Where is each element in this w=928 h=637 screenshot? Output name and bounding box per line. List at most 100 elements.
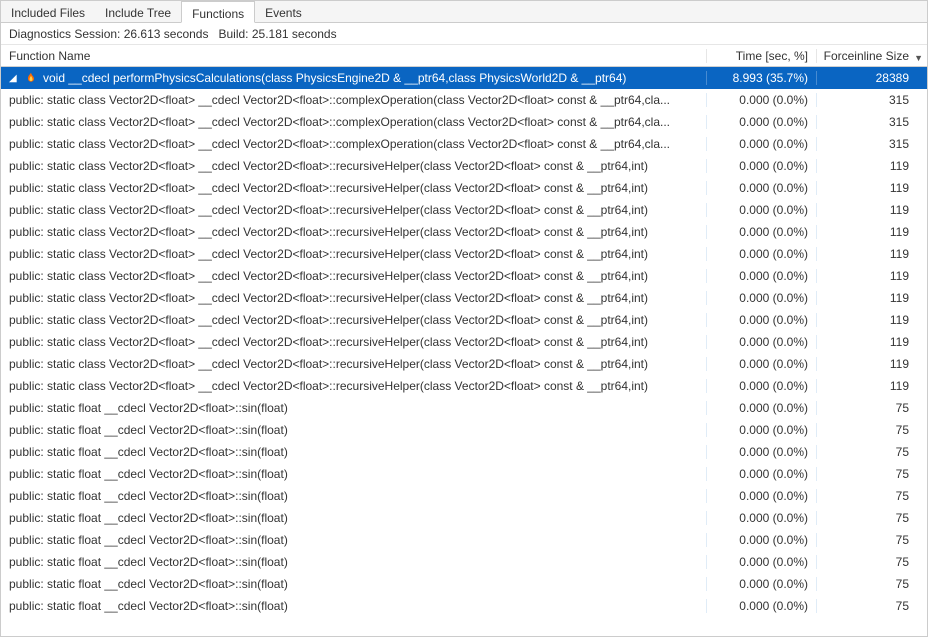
table-row[interactable]: public: static class Vector2D<float> __c…	[1, 309, 927, 331]
cell-time: 0.000 (0.0%)	[707, 599, 817, 613]
session-value: 26.613 seconds	[124, 27, 209, 41]
cell-time: 0.000 (0.0%)	[707, 335, 817, 349]
cell-size: 75	[817, 445, 927, 459]
cell-function-name: public: static float __cdecl Vector2D<fl…	[1, 555, 707, 569]
tab-functions[interactable]: Functions	[181, 1, 255, 23]
table-row[interactable]: public: static class Vector2D<float> __c…	[1, 375, 927, 397]
table-row[interactable]: public: static class Vector2D<float> __c…	[1, 89, 927, 111]
tab-bar: Included FilesInclude TreeFunctionsEvent…	[1, 1, 927, 23]
cell-size: 28389	[817, 71, 927, 85]
cell-size: 119	[817, 159, 927, 173]
table-row[interactable]: public: static class Vector2D<float> __c…	[1, 199, 927, 221]
cell-time: 0.000 (0.0%)	[707, 555, 817, 569]
cell-time: 8.993 (35.7%)	[707, 71, 817, 85]
cell-size: 75	[817, 577, 927, 591]
cell-size: 75	[817, 533, 927, 547]
cell-time: 0.000 (0.0%)	[707, 423, 817, 437]
table-row[interactable]: public: static class Vector2D<float> __c…	[1, 221, 927, 243]
cell-function-name: public: static float __cdecl Vector2D<fl…	[1, 489, 707, 503]
cell-function-name: ◢ void __cdecl performPhysicsCalculations…	[1, 71, 707, 85]
cell-time: 0.000 (0.0%)	[707, 357, 817, 371]
cell-function-name: public: static float __cdecl Vector2D<fl…	[1, 445, 707, 459]
table-row[interactable]: public: static class Vector2D<float> __c…	[1, 331, 927, 353]
flame-icon	[25, 72, 37, 84]
column-header-size[interactable]: Forceinline Size ▼	[817, 49, 927, 63]
table-row[interactable]: public: static float __cdecl Vector2D<fl…	[1, 397, 927, 419]
tab-include-tree[interactable]: Include Tree	[95, 1, 181, 22]
cell-time: 0.000 (0.0%)	[707, 269, 817, 283]
table-row[interactable]: public: static float __cdecl Vector2D<fl…	[1, 573, 927, 595]
column-header-time[interactable]: Time [sec, %]	[707, 49, 817, 63]
cell-time: 0.000 (0.0%)	[707, 401, 817, 415]
cell-function-name: public: static class Vector2D<float> __c…	[1, 291, 707, 305]
table-row[interactable]: public: static float __cdecl Vector2D<fl…	[1, 529, 927, 551]
table-row[interactable]: public: static class Vector2D<float> __c…	[1, 111, 927, 133]
cell-time: 0.000 (0.0%)	[707, 225, 817, 239]
table-row[interactable]: public: static class Vector2D<float> __c…	[1, 243, 927, 265]
cell-size: 315	[817, 115, 927, 129]
table-row[interactable]: public: static class Vector2D<float> __c…	[1, 155, 927, 177]
tab-included-files[interactable]: Included Files	[1, 1, 95, 22]
function-name-text: void __cdecl performPhysicsCalculations(…	[43, 71, 706, 85]
cell-time: 0.000 (0.0%)	[707, 93, 817, 107]
cell-size: 119	[817, 247, 927, 261]
cell-function-name: public: static float __cdecl Vector2D<fl…	[1, 599, 707, 613]
cell-time: 0.000 (0.0%)	[707, 445, 817, 459]
table-row[interactable]: public: static float __cdecl Vector2D<fl…	[1, 551, 927, 573]
cell-function-name: public: static class Vector2D<float> __c…	[1, 181, 707, 195]
cell-time: 0.000 (0.0%)	[707, 577, 817, 591]
cell-time: 0.000 (0.0%)	[707, 181, 817, 195]
cell-size: 119	[817, 379, 927, 393]
table-row[interactable]: public: static float __cdecl Vector2D<fl…	[1, 441, 927, 463]
table-row[interactable]: public: static class Vector2D<float> __c…	[1, 287, 927, 309]
table-row[interactable]: public: static class Vector2D<float> __c…	[1, 177, 927, 199]
table-row[interactable]: public: static class Vector2D<float> __c…	[1, 133, 927, 155]
table-row[interactable]: public: static class Vector2D<float> __c…	[1, 265, 927, 287]
cell-size: 75	[817, 511, 927, 525]
table-row[interactable]: public: static float __cdecl Vector2D<fl…	[1, 485, 927, 507]
cell-time: 0.000 (0.0%)	[707, 137, 817, 151]
column-header-size-label: Forceinline Size	[824, 49, 909, 63]
cell-function-name: public: static class Vector2D<float> __c…	[1, 93, 707, 107]
grid-rows[interactable]: ◢ void __cdecl performPhysicsCalculations…	[1, 67, 927, 636]
cell-size: 119	[817, 225, 927, 239]
cell-function-name: public: static class Vector2D<float> __c…	[1, 225, 707, 239]
cell-time: 0.000 (0.0%)	[707, 159, 817, 173]
cell-time: 0.000 (0.0%)	[707, 489, 817, 503]
table-row[interactable]: public: static float __cdecl Vector2D<fl…	[1, 507, 927, 529]
cell-size: 119	[817, 203, 927, 217]
cell-size: 119	[817, 291, 927, 305]
cell-function-name: public: static class Vector2D<float> __c…	[1, 247, 707, 261]
collapse-icon[interactable]: ◢	[9, 73, 21, 84]
cell-time: 0.000 (0.0%)	[707, 511, 817, 525]
cell-function-name: public: static float __cdecl Vector2D<fl…	[1, 467, 707, 481]
cell-function-name: public: static float __cdecl Vector2D<fl…	[1, 533, 707, 547]
cell-size: 119	[817, 335, 927, 349]
table-row[interactable]: ◢ void __cdecl performPhysicsCalculations…	[1, 67, 927, 89]
cell-function-name: public: static float __cdecl Vector2D<fl…	[1, 577, 707, 591]
cell-time: 0.000 (0.0%)	[707, 313, 817, 327]
tab-events[interactable]: Events	[255, 1, 312, 22]
column-header-name[interactable]: Function Name	[1, 49, 707, 63]
build-label: Build:	[218, 27, 248, 41]
cell-time: 0.000 (0.0%)	[707, 533, 817, 547]
table-row[interactable]: public: static float __cdecl Vector2D<fl…	[1, 419, 927, 441]
cell-size: 75	[817, 423, 927, 437]
cell-function-name: public: static class Vector2D<float> __c…	[1, 335, 707, 349]
session-label: Diagnostics Session:	[9, 27, 120, 41]
cell-time: 0.000 (0.0%)	[707, 379, 817, 393]
status-bar: Diagnostics Session: 26.613 seconds Buil…	[1, 23, 927, 45]
table-row[interactable]: public: static float __cdecl Vector2D<fl…	[1, 595, 927, 617]
functions-grid: Function Name Time [sec, %] Forceinline …	[1, 45, 927, 636]
table-row[interactable]: public: static float __cdecl Vector2D<fl…	[1, 463, 927, 485]
cell-time: 0.000 (0.0%)	[707, 247, 817, 261]
build-value: 25.181 seconds	[252, 27, 337, 41]
cell-size: 75	[817, 401, 927, 415]
cell-size: 75	[817, 467, 927, 481]
cell-size: 315	[817, 137, 927, 151]
cell-size: 75	[817, 489, 927, 503]
table-row[interactable]: public: static class Vector2D<float> __c…	[1, 353, 927, 375]
cell-function-name: public: static class Vector2D<float> __c…	[1, 357, 707, 371]
cell-time: 0.000 (0.0%)	[707, 291, 817, 305]
cell-function-name: public: static class Vector2D<float> __c…	[1, 269, 707, 283]
